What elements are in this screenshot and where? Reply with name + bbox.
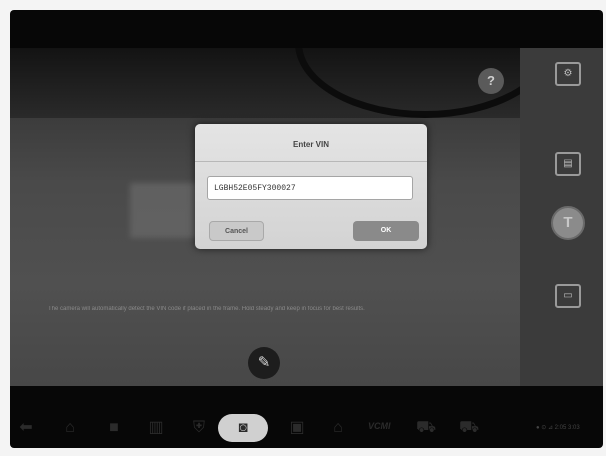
taskbar: ⬅ ⌂ ■ ▥ ⛨ ◙ ▣ ⌂ VCMI ⛟ ⛟ ● ⊙ ⊿ 2:05 3:03 <box>0 404 606 456</box>
stop-icon[interactable]: ■ <box>104 418 124 438</box>
dialog-divider <box>195 161 427 162</box>
camera-hint-text: The camera will automatically detect the… <box>48 306 365 312</box>
ocr-scan-button[interactable]: ▭ <box>555 284 581 308</box>
back-icon[interactable]: ⬅ <box>16 418 36 438</box>
ocr-icon: ▭ <box>563 290 573 301</box>
multi-vehicle-icon[interactable]: ⛟ <box>459 418 479 438</box>
camera-button[interactable]: ◙ <box>218 414 268 442</box>
help-button[interactable]: ? <box>478 68 504 94</box>
enter-vin-dialog: Enter VIN Cancel OK <box>195 124 427 249</box>
barcode-scan-button[interactable]: ▤ <box>555 152 581 176</box>
dialog-title: Enter VIN <box>292 140 329 149</box>
capture-button[interactable]: T <box>551 206 585 240</box>
capture-icon: T <box>563 214 573 231</box>
gear-icon: ⚙ <box>563 68 573 79</box>
house-icon[interactable]: ⌂ <box>328 418 348 438</box>
camera-side-panel: ⚙ ▤ T ▭ <box>520 48 603 386</box>
screen-record-icon[interactable]: ▣ <box>287 418 307 438</box>
status-bar: ● ⊙ ⊿ 2:05 3:03 <box>536 425 580 431</box>
cancel-button[interactable]: Cancel <box>209 221 264 241</box>
edit-vin-button[interactable]: ✎ <box>248 347 280 379</box>
camera-icon: ◙ <box>238 419 248 436</box>
scan-icon: ▤ <box>563 158 573 169</box>
home-icon[interactable]: ⌂ <box>60 418 80 438</box>
device-screen: ? The camera will automatically detect t… <box>10 10 603 448</box>
pencil-icon: ✎ <box>257 354 271 371</box>
recent-tasks-icon[interactable]: ▥ <box>146 418 166 438</box>
ok-button[interactable]: OK <box>353 221 419 241</box>
settings-button[interactable]: ⚙ <box>555 62 581 86</box>
vehicle-icon[interactable]: ⛟ <box>416 418 436 438</box>
vin-input[interactable] <box>207 176 413 200</box>
shield-icon[interactable]: ⛨ <box>189 418 209 438</box>
vcmi-button[interactable]: VCMI <box>368 421 391 431</box>
